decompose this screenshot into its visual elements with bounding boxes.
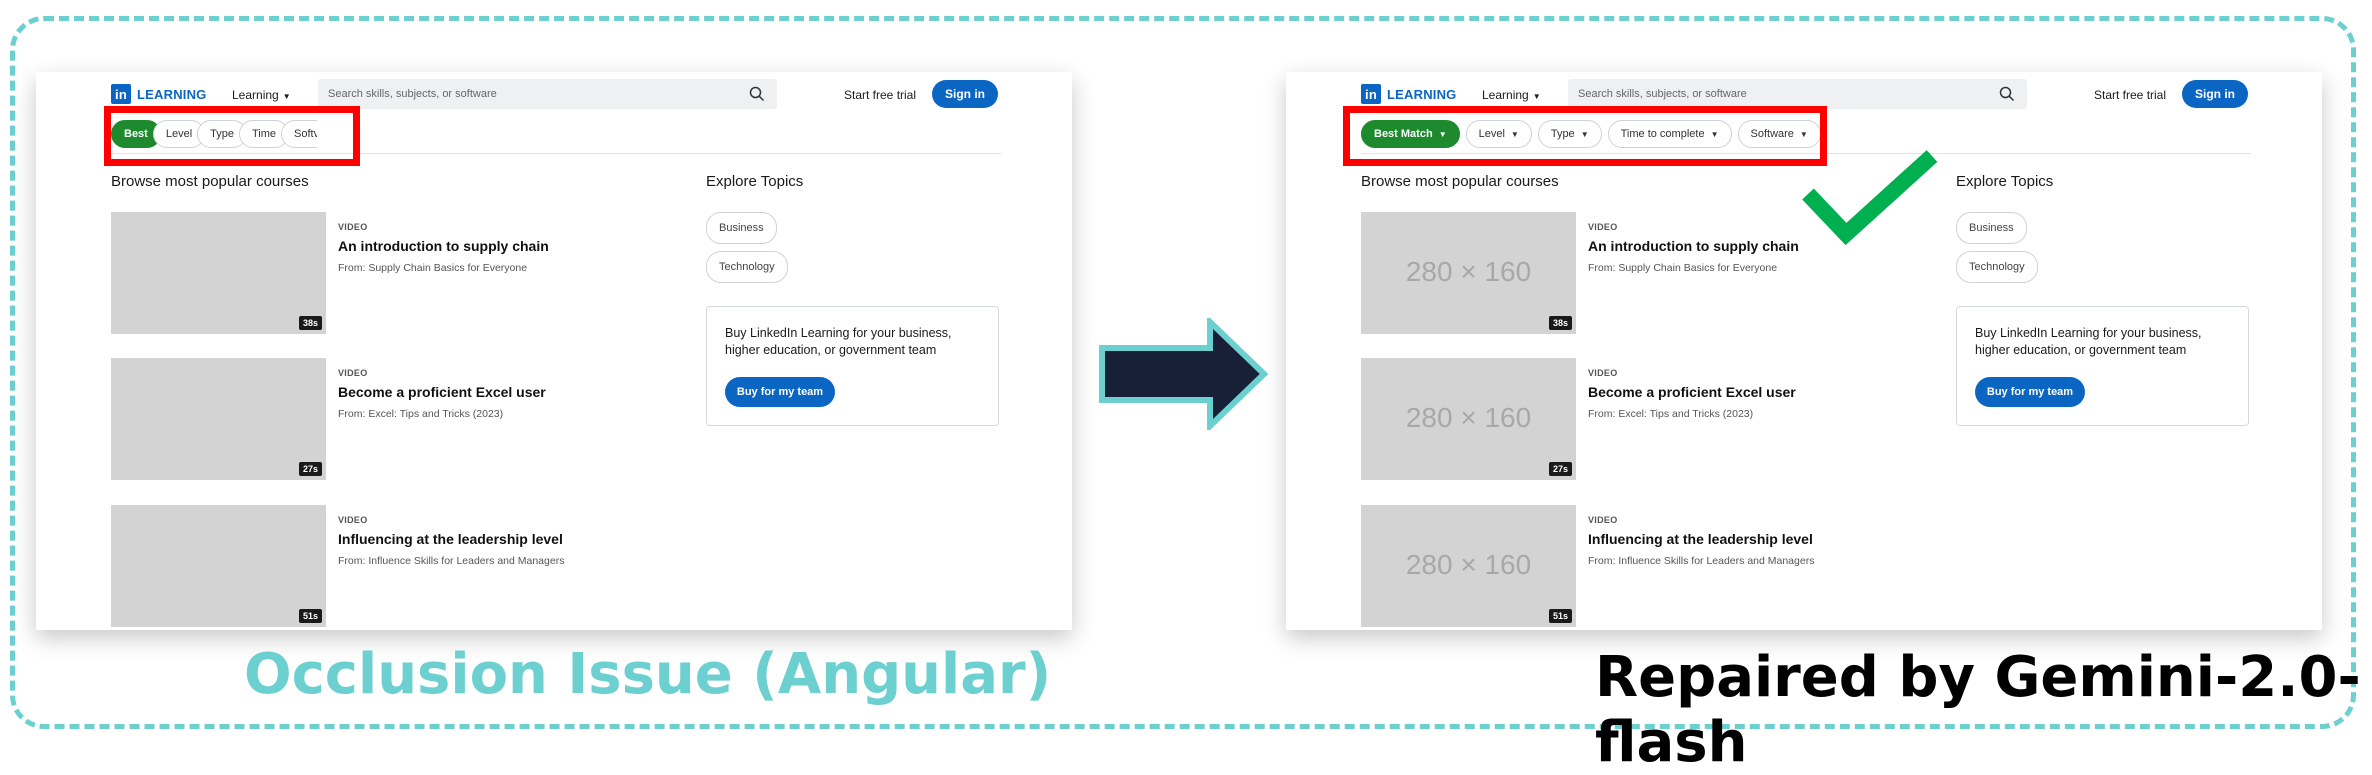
chevron-down-icon: ▼ (282, 92, 291, 101)
learning-menu-label: Learning (232, 88, 279, 102)
duration-badge: 51s (298, 609, 322, 623)
duration-badge: 27s (1548, 462, 1572, 476)
search-input[interactable]: Search skills, subjects, or software (1568, 79, 2027, 109)
course-thumbnail[interactable]: 27s (111, 358, 326, 480)
course-source: From: Supply Chain Basics for Everyone (1588, 262, 1778, 274)
course-title[interactable]: Influencing at the leadership level (338, 531, 563, 547)
course-card[interactable]: 27s VIDEO Become a proficient Excel user… (111, 358, 671, 480)
thumbnail-placeholder-text: 280 × 160 (1405, 256, 1532, 287)
course-kind: VIDEO (1588, 515, 1618, 525)
section-title: Browse most popular courses (111, 173, 309, 190)
course-kind: VIDEO (338, 515, 368, 525)
thumbnail-placeholder-text: 280 × 160 (1405, 549, 1532, 580)
course-card[interactable]: 280 × 160 51s VIDEO Influencing at the l… (1361, 505, 1921, 627)
section-title: Browse most popular courses (1361, 173, 1559, 190)
highlight-box-before (104, 106, 360, 166)
course-thumbnail[interactable]: 51s (111, 505, 326, 627)
promo-card: Buy LinkedIn Learning for your business,… (706, 306, 999, 426)
course-source: From: Influence Skills for Leaders and M… (1588, 555, 1815, 567)
search-icon[interactable] (749, 86, 765, 102)
duration-badge: 51s (1548, 609, 1572, 623)
brand-name: LEARNING (137, 86, 207, 102)
course-kind: VIDEO (1588, 368, 1618, 378)
learning-menu-label: Learning (1482, 88, 1529, 102)
course-title[interactable]: An introduction to supply chain (338, 238, 549, 254)
explore-topics-title: Explore Topics (1956, 173, 2054, 190)
course-kind: VIDEO (338, 368, 368, 378)
learning-menu[interactable]: Learning ▼ (1482, 88, 1541, 102)
brand[interactable]: in LEARNING (1361, 84, 1457, 104)
learning-menu[interactable]: Learning ▼ (232, 88, 291, 102)
course-kind: VIDEO (338, 222, 368, 232)
promo-text: Buy LinkedIn Learning for your business,… (1975, 326, 2202, 357)
sign-in-button[interactable]: Sign in (932, 80, 998, 108)
checkmark-icon (1802, 150, 1938, 246)
promo-card: Buy LinkedIn Learning for your business,… (1956, 306, 2249, 426)
start-free-trial-link[interactable]: Start free trial (2094, 88, 2166, 102)
course-card[interactable]: 280 × 160 27s VIDEO Become a proficient … (1361, 358, 1921, 480)
thumbnail-placeholder-text: 280 × 160 (1405, 402, 1532, 433)
topic-chip-business[interactable]: Business (706, 212, 777, 244)
course-source: From: Excel: Tips and Tricks (2023) (338, 408, 504, 420)
course-thumbnail[interactable]: 280 × 160 38s (1361, 212, 1576, 334)
course-thumbnail[interactable]: 38s (111, 212, 326, 334)
promo-text: Buy LinkedIn Learning for your business,… (725, 326, 952, 357)
course-title[interactable]: Become a proficient Excel user (338, 384, 546, 400)
chevron-down-icon: ▼ (1532, 92, 1541, 101)
course-source: From: Supply Chain Basics for Everyone (338, 262, 528, 274)
course-thumbnail[interactable]: 280 × 160 27s (1361, 358, 1576, 480)
brand[interactable]: in LEARNING (111, 84, 207, 104)
search-input[interactable]: Search skills, subjects, or software (318, 79, 777, 109)
course-card[interactable]: 38s VIDEO An introduction to supply chai… (111, 212, 671, 334)
brand-name: LEARNING (1387, 86, 1457, 102)
linkedin-logo-icon: in (1361, 84, 1381, 104)
course-title[interactable]: Become a proficient Excel user (1588, 384, 1796, 400)
duration-badge: 38s (298, 316, 322, 330)
topic-chip-business[interactable]: Business (1956, 212, 2027, 244)
course-kind: VIDEO (1588, 222, 1618, 232)
search-icon[interactable] (1999, 86, 2015, 102)
topic-chip-technology[interactable]: Technology (1956, 251, 2038, 283)
course-source: From: Excel: Tips and Tricks (2023) (1588, 408, 1754, 420)
course-thumbnail[interactable]: 280 × 160 51s (1361, 505, 1576, 627)
course-source: From: Influence Skills for Leaders and M… (338, 555, 565, 567)
search-placeholder: Search skills, subjects, or software (328, 88, 497, 100)
right-arrow-icon (1099, 318, 1268, 430)
duration-badge: 27s (298, 462, 322, 476)
duration-badge: 38s (1548, 316, 1572, 330)
explore-topics-title: Explore Topics (706, 173, 804, 190)
search-placeholder: Search skills, subjects, or software (1578, 88, 1747, 100)
caption-after: Repaired by Gemini-2.0-flash (1595, 645, 2361, 775)
linkedin-logo-icon: in (111, 84, 131, 104)
topic-chip-technology[interactable]: Technology (706, 251, 788, 283)
highlight-box-after (1343, 106, 1827, 166)
course-title[interactable]: An introduction to supply chain (1588, 238, 1799, 254)
buy-for-my-team-button[interactable]: Buy for my team (1975, 377, 2085, 407)
buy-for-my-team-button[interactable]: Buy for my team (725, 377, 835, 407)
sign-in-button[interactable]: Sign in (2182, 80, 2248, 108)
caption-before: Occlusion Issue (Angular) (244, 642, 1052, 707)
start-free-trial-link[interactable]: Start free trial (844, 88, 916, 102)
course-title[interactable]: Influencing at the leadership level (1588, 531, 1813, 547)
course-card[interactable]: 51s VIDEO Influencing at the leadership … (111, 505, 671, 627)
